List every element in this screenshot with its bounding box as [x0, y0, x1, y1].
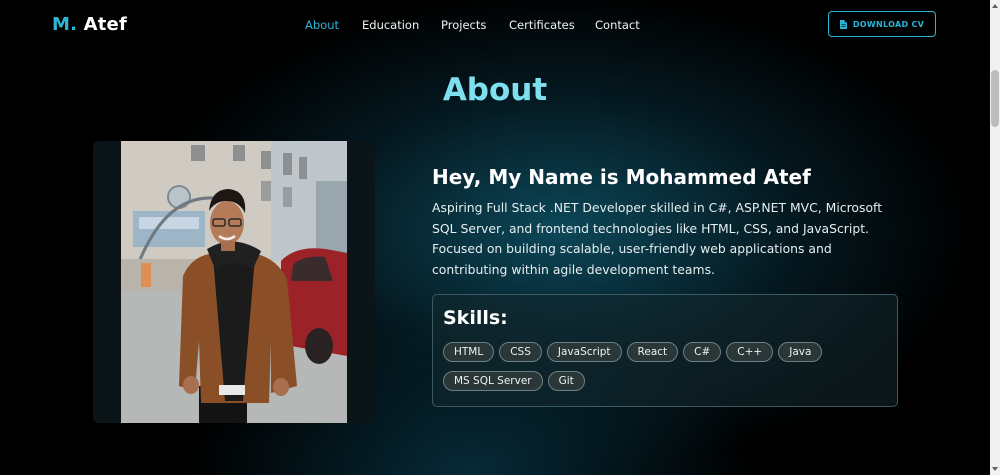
logo-name: Atef [83, 14, 127, 35]
skill-chip-css: CSS [499, 342, 542, 362]
site-logo[interactable]: M. Atef [52, 14, 127, 35]
nav-link-certificates[interactable]: Certificates [509, 18, 575, 32]
scroll-down-arrow-icon[interactable] [992, 467, 998, 471]
skill-chip-javascript: JavaScript [546, 342, 622, 362]
skill-chip-react: React [626, 342, 679, 362]
skill-chip-cpp: C++ [726, 342, 774, 362]
skill-chip-csharp: C# [683, 342, 722, 362]
skills-list: HTML CSS JavaScript React C# C++ Java MS… [443, 342, 883, 391]
nav-link-projects[interactable]: Projects [441, 18, 486, 32]
about-bio: Aspiring Full Stack .NET Developer skill… [432, 200, 883, 277]
skill-chip-git: Git [547, 371, 585, 391]
skill-chip-ms-sql-server: MS SQL Server [443, 371, 543, 391]
section-title: About [442, 72, 548, 108]
download-cv-label: DOWNLOAD CV [852, 19, 925, 29]
download-cv-button[interactable]: DOWNLOAD CV [828, 11, 936, 37]
page-scrollbar[interactable] [990, 0, 1000, 475]
profile-photo [121, 141, 347, 423]
logo-initial: M. [52, 14, 78, 35]
profile-photo-frame [93, 141, 375, 423]
about-heading: Hey, My Name is Mohammed Atef [432, 165, 811, 189]
file-icon [839, 19, 847, 29]
nav-link-education[interactable]: Education [362, 18, 419, 32]
skill-chip-java: Java [778, 342, 823, 362]
nav-link-contact[interactable]: Contact [595, 18, 640, 32]
skills-title: Skills: [443, 307, 508, 329]
scroll-up-arrow-icon[interactable] [992, 4, 998, 8]
skill-chip-html: HTML [443, 342, 495, 362]
skills-card: Skills: HTML CSS JavaScript React C# C++… [432, 294, 898, 407]
nav-link-about[interactable]: About [305, 18, 339, 32]
navbar: M. Atef About Education Projects Certifi… [0, 0, 990, 50]
scrollbar-thumb[interactable] [991, 70, 999, 127]
